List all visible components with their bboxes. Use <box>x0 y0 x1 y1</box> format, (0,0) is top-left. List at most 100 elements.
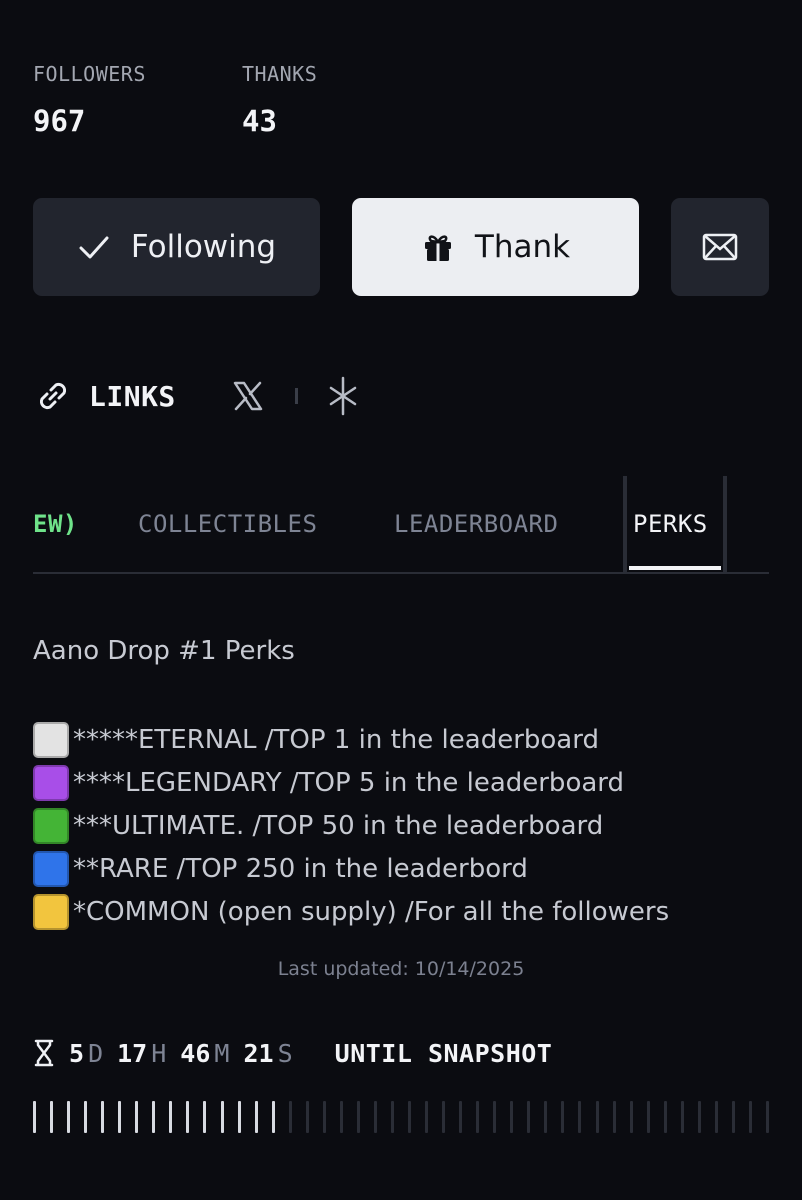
progress-tick <box>408 1101 411 1133</box>
countdown-hours-unit: H <box>151 1038 167 1068</box>
countdown-days: 5 <box>69 1038 85 1068</box>
perk-item: **RARE /TOP 250 in the leaderbord <box>33 847 669 890</box>
perk-text: ***ULTIMATE. /TOP 50 in the leaderboard <box>73 810 604 841</box>
hourglass-icon <box>33 1039 55 1067</box>
message-button[interactable] <box>671 198 769 296</box>
progress-tick <box>561 1101 564 1133</box>
countdown-days-unit: D <box>88 1038 104 1068</box>
countdown-hours: 17 <box>117 1038 148 1068</box>
progress-tick <box>84 1101 87 1133</box>
progress-tick <box>510 1101 513 1133</box>
progress-tick <box>476 1101 479 1133</box>
progress-tick <box>732 1101 735 1133</box>
countdown-seconds-unit: S <box>277 1038 293 1068</box>
progress-tick <box>613 1101 616 1133</box>
progress-tick <box>101 1101 104 1133</box>
progress-tick <box>203 1101 206 1133</box>
perk-text: ****LEGENDARY /TOP 5 in the leaderboard <box>73 767 625 798</box>
profile-page: FOLLOWERS 967 THANKS 43 Following Thank <box>0 0 802 1200</box>
thanks-count: 43 <box>242 104 277 138</box>
sparkle-icon[interactable] <box>328 376 358 416</box>
progress-tick <box>152 1101 155 1133</box>
countdown-suffix: UNTIL SNAPSHOT <box>334 1038 553 1068</box>
links-row: LINKS <box>33 372 358 420</box>
progress-tick <box>357 1101 360 1133</box>
perk-item: *COMMON (open supply) /For all the follo… <box>33 890 669 933</box>
progress-tick <box>698 1101 701 1133</box>
progress-tick <box>67 1101 70 1133</box>
followers-stat[interactable]: FOLLOWERS 967 <box>33 62 146 138</box>
followers-count: 967 <box>33 104 86 138</box>
thank-label: Thank <box>474 229 571 265</box>
progress-tick <box>578 1101 581 1133</box>
tab-collectibles[interactable]: COLLECTIBLES <box>138 476 317 572</box>
progress-tick <box>255 1101 258 1133</box>
perk-list: *****ETERNAL /TOP 1 in the leaderboard *… <box>33 718 669 933</box>
followers-label: FOLLOWERS <box>33 62 146 86</box>
progress-tick <box>374 1101 377 1133</box>
progress-tick <box>221 1101 224 1133</box>
perk-text: *****ETERNAL /TOP 1 in the leaderboard <box>73 724 599 755</box>
progress-tick <box>715 1101 718 1133</box>
progress-tick <box>323 1101 326 1133</box>
progress-tick <box>766 1101 769 1133</box>
perk-item: ***ULTIMATE. /TOP 50 in the leaderboard <box>33 804 669 847</box>
progress-tick <box>442 1101 445 1133</box>
thanks-label: THANKS <box>242 62 318 86</box>
profile-tabs: EW) COLLECTIBLES LEADERBOARD PERKS <box>33 476 769 574</box>
yellow-square-icon <box>33 893 69 930</box>
purple-square-icon <box>33 764 69 801</box>
last-updated: Last updated: 10/14/2025 <box>277 958 525 980</box>
link-icon <box>33 376 73 416</box>
thanks-stat[interactable]: THANKS 43 <box>242 62 317 138</box>
snapshot-countdown: 5 D 17 H 46 M 21 S UNTIL SNAPSHOT <box>33 1034 552 1072</box>
progress-tick <box>238 1101 241 1133</box>
x-logo-icon[interactable] <box>232 380 264 412</box>
thank-button[interactable]: Thank <box>352 198 639 296</box>
progress-tick <box>681 1101 684 1133</box>
progress-tick <box>459 1101 462 1133</box>
progress-tick <box>306 1101 309 1133</box>
perk-item: ****LEGENDARY /TOP 5 in the leaderboard <box>33 761 669 804</box>
progress-tick <box>340 1101 343 1133</box>
progress-tick <box>289 1101 292 1133</box>
blue-square-icon <box>33 850 69 887</box>
progress-tick <box>749 1101 752 1133</box>
following-button[interactable]: Following <box>33 198 320 296</box>
progress-tick <box>391 1101 394 1133</box>
progress-tick <box>630 1101 633 1133</box>
perks-title: Aano Drop #1 Perks <box>33 636 295 666</box>
progress-tick <box>169 1101 172 1133</box>
countdown-minutes-unit: M <box>214 1038 230 1068</box>
progress-tick <box>186 1101 189 1133</box>
tab-perks[interactable]: PERKS <box>633 476 708 572</box>
tab-leaderboard[interactable]: LEADERBOARD <box>394 476 558 572</box>
perk-text: *COMMON (open supply) /For all the follo… <box>73 896 670 927</box>
tab-active-indicator <box>629 566 721 570</box>
countdown-minutes: 46 <box>180 1038 211 1068</box>
snapshot-progress-bar <box>33 1101 769 1133</box>
progress-tick <box>135 1101 138 1133</box>
progress-tick <box>647 1101 650 1133</box>
progress-tick <box>596 1101 599 1133</box>
progress-tick <box>425 1101 428 1133</box>
progress-tick <box>544 1101 547 1133</box>
gift-icon <box>421 230 455 264</box>
countdown-seconds: 21 <box>243 1038 274 1068</box>
progress-tick <box>50 1101 53 1133</box>
progress-tick <box>664 1101 667 1133</box>
following-label: Following <box>130 229 277 265</box>
perk-item: *****ETERNAL /TOP 1 in the leaderboard <box>33 718 669 761</box>
white-square-icon <box>33 721 69 758</box>
tabs-divider <box>33 572 769 574</box>
check-icon <box>77 230 111 264</box>
tab-partial[interactable]: EW) <box>33 476 78 572</box>
green-square-icon <box>33 807 69 844</box>
progress-tick <box>272 1101 275 1133</box>
progress-tick <box>527 1101 530 1133</box>
links-label: LINKS <box>89 379 176 413</box>
link-separator <box>294 388 298 404</box>
progress-tick <box>33 1101 36 1133</box>
mail-icon <box>702 232 738 262</box>
progress-tick <box>493 1101 496 1133</box>
